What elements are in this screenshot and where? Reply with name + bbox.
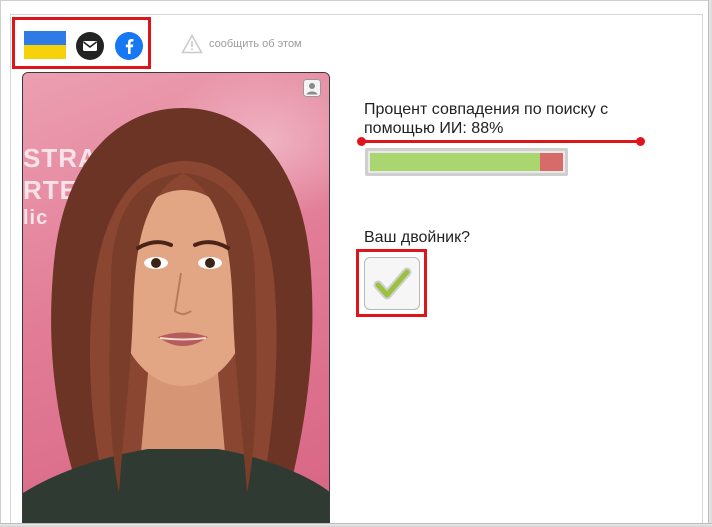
envelope-icon[interactable] [76, 32, 104, 60]
report-link[interactable]: сообщить об этом [181, 33, 302, 55]
checkmark-icon [373, 267, 412, 299]
ukraine-flag-icon[interactable] [24, 31, 66, 59]
match-progress-bar [365, 148, 568, 176]
match-progress-fill [370, 153, 540, 171]
confirm-twin-button[interactable] [364, 257, 420, 310]
lookalike-photo: STRA RTE lic [22, 72, 330, 527]
portrait-illustration [23, 108, 329, 527]
facebook-icon[interactable] [115, 32, 143, 60]
person-icon[interactable] [303, 79, 321, 97]
twin-question-label: Ваш двойник? [364, 229, 471, 246]
warning-icon [181, 34, 203, 54]
ai-match-percentage-text: Процент совпадения по поиску с помощью И… [364, 101, 609, 137]
report-label: сообщить об этом [209, 38, 302, 50]
highlight-underline [357, 137, 645, 146]
window-shadow-bottom [0, 523, 712, 527]
window-shadow-right [708, 0, 712, 527]
